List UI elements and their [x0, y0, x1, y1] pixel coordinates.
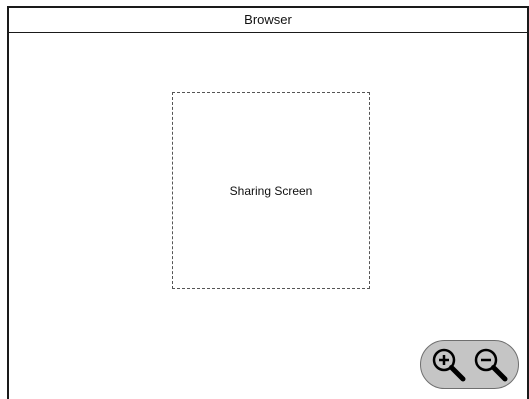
sharing-screen-area: Sharing Screen	[172, 92, 370, 289]
zoom-controls	[420, 340, 519, 389]
zoom-out-button[interactable]	[471, 343, 511, 387]
zoom-in-icon	[432, 348, 465, 381]
zoom-out-icon	[474, 348, 507, 381]
browser-window: Browser Sharing Screen	[7, 6, 529, 399]
zoom-in-button[interactable]	[429, 343, 469, 387]
sharing-screen-label: Sharing Screen	[229, 183, 313, 198]
window-title: Browser	[9, 8, 527, 33]
